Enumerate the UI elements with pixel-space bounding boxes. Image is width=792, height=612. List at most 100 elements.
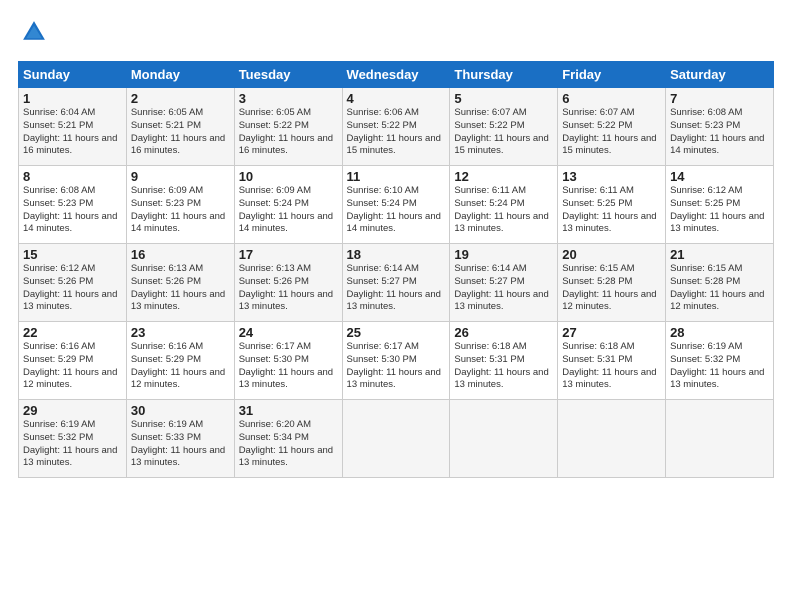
empty-cell [450,400,558,478]
day-number: 6 [562,91,661,106]
calendar-day-10: 10 Sunrise: 6:09 AMSunset: 5:24 PMDaylig… [234,166,342,244]
day-number: 29 [23,403,122,418]
calendar-day-20: 20 Sunrise: 6:15 AMSunset: 5:28 PMDaylig… [558,244,666,322]
calendar-day-14: 14 Sunrise: 6:12 AMSunset: 5:25 PMDaylig… [666,166,774,244]
day-info: Sunrise: 6:12 AMSunset: 5:25 PMDaylight:… [670,185,764,234]
day-number: 17 [239,247,338,262]
calendar-day-30: 30 Sunrise: 6:19 AMSunset: 5:33 PMDaylig… [126,400,234,478]
day-info: Sunrise: 6:18 AMSunset: 5:31 PMDaylight:… [454,341,548,390]
day-number: 25 [347,325,446,340]
calendar-day-8: 8 Sunrise: 6:08 AMSunset: 5:23 PMDayligh… [19,166,127,244]
day-number: 19 [454,247,553,262]
calendar-day-7: 7 Sunrise: 6:08 AMSunset: 5:23 PMDayligh… [666,88,774,166]
day-number: 11 [347,169,446,184]
calendar-day-19: 19 Sunrise: 6:14 AMSunset: 5:27 PMDaylig… [450,244,558,322]
calendar-day-24: 24 Sunrise: 6:17 AMSunset: 5:30 PMDaylig… [234,322,342,400]
calendar-day-21: 21 Sunrise: 6:15 AMSunset: 5:28 PMDaylig… [666,244,774,322]
day-number: 23 [131,325,230,340]
day-info: Sunrise: 6:05 AMSunset: 5:22 PMDaylight:… [239,107,333,156]
calendar-table: SundayMondayTuesdayWednesdayThursdayFrid… [18,61,774,478]
day-info: Sunrise: 6:14 AMSunset: 5:27 PMDaylight:… [347,263,441,312]
calendar-week-4: 22 Sunrise: 6:16 AMSunset: 5:29 PMDaylig… [19,322,774,400]
calendar-day-12: 12 Sunrise: 6:11 AMSunset: 5:24 PMDaylig… [450,166,558,244]
day-info: Sunrise: 6:13 AMSunset: 5:26 PMDaylight:… [131,263,225,312]
calendar-week-2: 8 Sunrise: 6:08 AMSunset: 5:23 PMDayligh… [19,166,774,244]
day-info: Sunrise: 6:17 AMSunset: 5:30 PMDaylight:… [239,341,333,390]
day-number: 13 [562,169,661,184]
day-number: 7 [670,91,769,106]
day-info: Sunrise: 6:20 AMSunset: 5:34 PMDaylight:… [239,419,333,468]
day-number: 21 [670,247,769,262]
day-info: Sunrise: 6:14 AMSunset: 5:27 PMDaylight:… [454,263,548,312]
weekday-header-wednesday: Wednesday [342,62,450,88]
day-info: Sunrise: 6:18 AMSunset: 5:31 PMDaylight:… [562,341,656,390]
day-info: Sunrise: 6:04 AMSunset: 5:21 PMDaylight:… [23,107,117,156]
day-number: 28 [670,325,769,340]
empty-cell [342,400,450,478]
calendar-day-11: 11 Sunrise: 6:10 AMSunset: 5:24 PMDaylig… [342,166,450,244]
calendar-day-3: 3 Sunrise: 6:05 AMSunset: 5:22 PMDayligh… [234,88,342,166]
calendar-week-5: 29 Sunrise: 6:19 AMSunset: 5:32 PMDaylig… [19,400,774,478]
day-number: 18 [347,247,446,262]
calendar-day-13: 13 Sunrise: 6:11 AMSunset: 5:25 PMDaylig… [558,166,666,244]
calendar-day-26: 26 Sunrise: 6:18 AMSunset: 5:31 PMDaylig… [450,322,558,400]
calendar-day-9: 9 Sunrise: 6:09 AMSunset: 5:23 PMDayligh… [126,166,234,244]
calendar-day-27: 27 Sunrise: 6:18 AMSunset: 5:31 PMDaylig… [558,322,666,400]
calendar-day-6: 6 Sunrise: 6:07 AMSunset: 5:22 PMDayligh… [558,88,666,166]
calendar-day-25: 25 Sunrise: 6:17 AMSunset: 5:30 PMDaylig… [342,322,450,400]
day-number: 8 [23,169,122,184]
calendar-header-row: SundayMondayTuesdayWednesdayThursdayFrid… [19,62,774,88]
day-info: Sunrise: 6:05 AMSunset: 5:21 PMDaylight:… [131,107,225,156]
day-number: 30 [131,403,230,418]
calendar-day-29: 29 Sunrise: 6:19 AMSunset: 5:32 PMDaylig… [19,400,127,478]
calendar-body: 1 Sunrise: 6:04 AMSunset: 5:21 PMDayligh… [19,88,774,478]
day-info: Sunrise: 6:11 AMSunset: 5:25 PMDaylight:… [562,185,656,234]
calendar-day-16: 16 Sunrise: 6:13 AMSunset: 5:26 PMDaylig… [126,244,234,322]
calendar-day-2: 2 Sunrise: 6:05 AMSunset: 5:21 PMDayligh… [126,88,234,166]
day-info: Sunrise: 6:09 AMSunset: 5:24 PMDaylight:… [239,185,333,234]
day-number: 15 [23,247,122,262]
calendar-day-4: 4 Sunrise: 6:06 AMSunset: 5:22 PMDayligh… [342,88,450,166]
empty-cell [666,400,774,478]
weekday-header-sunday: Sunday [19,62,127,88]
day-number: 22 [23,325,122,340]
calendar-day-1: 1 Sunrise: 6:04 AMSunset: 5:21 PMDayligh… [19,88,127,166]
day-info: Sunrise: 6:06 AMSunset: 5:22 PMDaylight:… [347,107,441,156]
logo-icon [20,18,48,46]
day-number: 24 [239,325,338,340]
day-number: 27 [562,325,661,340]
day-number: 9 [131,169,230,184]
weekday-header-tuesday: Tuesday [234,62,342,88]
day-info: Sunrise: 6:07 AMSunset: 5:22 PMDaylight:… [562,107,656,156]
day-number: 26 [454,325,553,340]
day-info: Sunrise: 6:07 AMSunset: 5:22 PMDaylight:… [454,107,548,156]
calendar-day-31: 31 Sunrise: 6:20 AMSunset: 5:34 PMDaylig… [234,400,342,478]
day-info: Sunrise: 6:15 AMSunset: 5:28 PMDaylight:… [670,263,764,312]
day-number: 20 [562,247,661,262]
day-info: Sunrise: 6:15 AMSunset: 5:28 PMDaylight:… [562,263,656,312]
day-info: Sunrise: 6:16 AMSunset: 5:29 PMDaylight:… [131,341,225,390]
calendar-day-23: 23 Sunrise: 6:16 AMSunset: 5:29 PMDaylig… [126,322,234,400]
day-info: Sunrise: 6:19 AMSunset: 5:32 PMDaylight:… [23,419,117,468]
day-number: 14 [670,169,769,184]
weekday-header-monday: Monday [126,62,234,88]
empty-cell [558,400,666,478]
day-number: 16 [131,247,230,262]
day-info: Sunrise: 6:08 AMSunset: 5:23 PMDaylight:… [23,185,117,234]
calendar-day-22: 22 Sunrise: 6:16 AMSunset: 5:29 PMDaylig… [19,322,127,400]
day-info: Sunrise: 6:16 AMSunset: 5:29 PMDaylight:… [23,341,117,390]
day-info: Sunrise: 6:10 AMSunset: 5:24 PMDaylight:… [347,185,441,234]
day-number: 5 [454,91,553,106]
page: SundayMondayTuesdayWednesdayThursdayFrid… [0,0,792,612]
calendar-day-15: 15 Sunrise: 6:12 AMSunset: 5:26 PMDaylig… [19,244,127,322]
day-number: 4 [347,91,446,106]
calendar-day-18: 18 Sunrise: 6:14 AMSunset: 5:27 PMDaylig… [342,244,450,322]
calendar-day-5: 5 Sunrise: 6:07 AMSunset: 5:22 PMDayligh… [450,88,558,166]
day-number: 1 [23,91,122,106]
day-info: Sunrise: 6:19 AMSunset: 5:32 PMDaylight:… [670,341,764,390]
weekday-header-thursday: Thursday [450,62,558,88]
day-number: 10 [239,169,338,184]
weekday-header-friday: Friday [558,62,666,88]
day-number: 3 [239,91,338,106]
day-info: Sunrise: 6:11 AMSunset: 5:24 PMDaylight:… [454,185,548,234]
